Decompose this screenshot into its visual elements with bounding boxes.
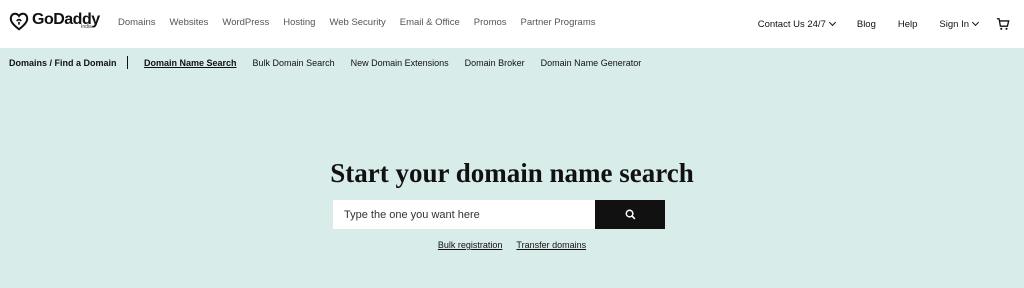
transfer-domains-link[interactable]: Transfer domains — [516, 240, 586, 250]
sign-in-dropdown[interactable]: Sign In — [939, 18, 980, 30]
main-nav: Domains Websites WordPress Hosting Web S… — [118, 17, 610, 28]
blog-link[interactable]: Blog — [857, 19, 876, 30]
subnav-links: Domain Name Search Bulk Domain Search Ne… — [144, 58, 657, 68]
nav-email-office[interactable]: Email & Office — [400, 17, 460, 28]
nav-wordpress[interactable]: WordPress — [222, 17, 269, 28]
chevron-down-icon — [971, 18, 980, 27]
search-button[interactable] — [595, 200, 665, 229]
secondary-links: Bulk registration Transfer domains — [0, 240, 1024, 250]
subnav-new-domain-extensions[interactable]: New Domain Extensions — [351, 58, 449, 68]
cart-icon[interactable] — [996, 17, 1010, 31]
page-title: Start your domain name search — [330, 158, 694, 188]
godaddy-heart-icon — [9, 12, 29, 31]
subnav-domain-name-generator[interactable]: Domain Name Generator — [541, 58, 642, 68]
nav-promos[interactable]: Promos — [474, 17, 507, 28]
top-navigation-bar: GoDaddy India Domains Websites WordPress… — [0, 0, 1024, 48]
nav-domains[interactable]: Domains — [118, 17, 156, 28]
sign-in-label: Sign In — [939, 18, 969, 30]
help-link[interactable]: Help — [898, 19, 918, 30]
domain-search-input[interactable] — [333, 200, 595, 229]
nav-websites[interactable]: Websites — [170, 17, 209, 28]
domain-search-form — [333, 200, 665, 229]
chevron-down-icon — [828, 18, 836, 27]
bulk-registration-link[interactable]: Bulk registration — [438, 240, 503, 250]
nav-hosting[interactable]: Hosting — [283, 17, 315, 28]
search-icon — [625, 209, 635, 220]
domain-sub-navigation: Domains / Find a Domain Domain Name Sear… — [0, 49, 1024, 76]
right-nav: Contact Us 24/7 Blog Help Sign In — [736, 17, 1010, 31]
subnav-bulk-domain-search[interactable]: Bulk Domain Search — [253, 58, 335, 68]
nav-web-security[interactable]: Web Security — [329, 17, 385, 28]
subnav-domain-name-search[interactable]: Domain Name Search — [144, 58, 237, 68]
nav-partner-programs[interactable]: Partner Programs — [521, 17, 596, 28]
contact-us-dropdown[interactable]: Contact Us 24/7 — [757, 18, 836, 30]
subnav-domain-broker[interactable]: Domain Broker — [465, 58, 525, 68]
brand-region: India — [81, 24, 92, 30]
breadcrumb[interactable]: Domains / Find a Domain — [9, 58, 117, 68]
subnav-divider — [127, 56, 128, 69]
contact-us-label: Contact Us 24/7 — [757, 18, 826, 30]
